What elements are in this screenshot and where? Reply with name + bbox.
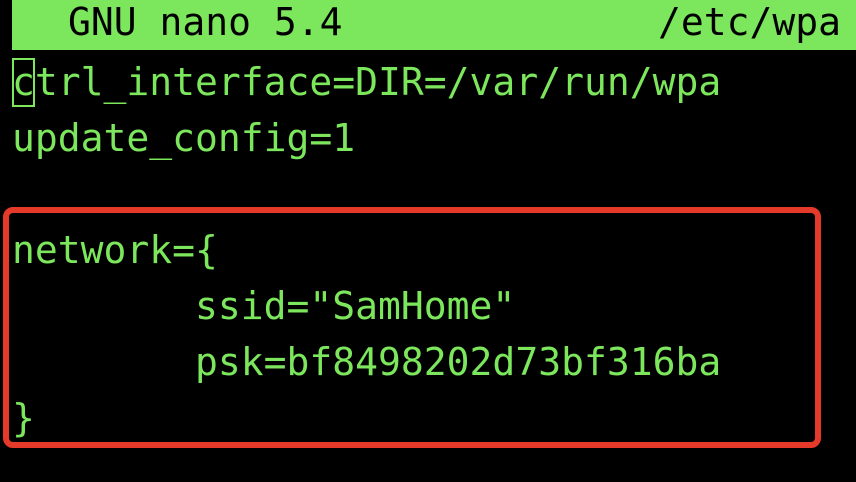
file-path: /etc/wpa bbox=[658, 0, 842, 44]
editor-version: GNU nano 5.4 bbox=[68, 0, 343, 44]
terminal-window: GNU nano 5.4 /etc/wpa ctrl_interface=DIR… bbox=[0, 0, 856, 482]
editor-line-ctrl-interface[interactable]: ctrl_interface=DIR=/var/run/wpa bbox=[12, 54, 721, 110]
network-block-highlight bbox=[3, 207, 821, 448]
text-cursor bbox=[12, 58, 35, 107]
editor-line-update-config[interactable]: update_config=1 bbox=[12, 110, 355, 166]
nano-title-bar: GNU nano 5.4 /etc/wpa bbox=[12, 0, 856, 50]
